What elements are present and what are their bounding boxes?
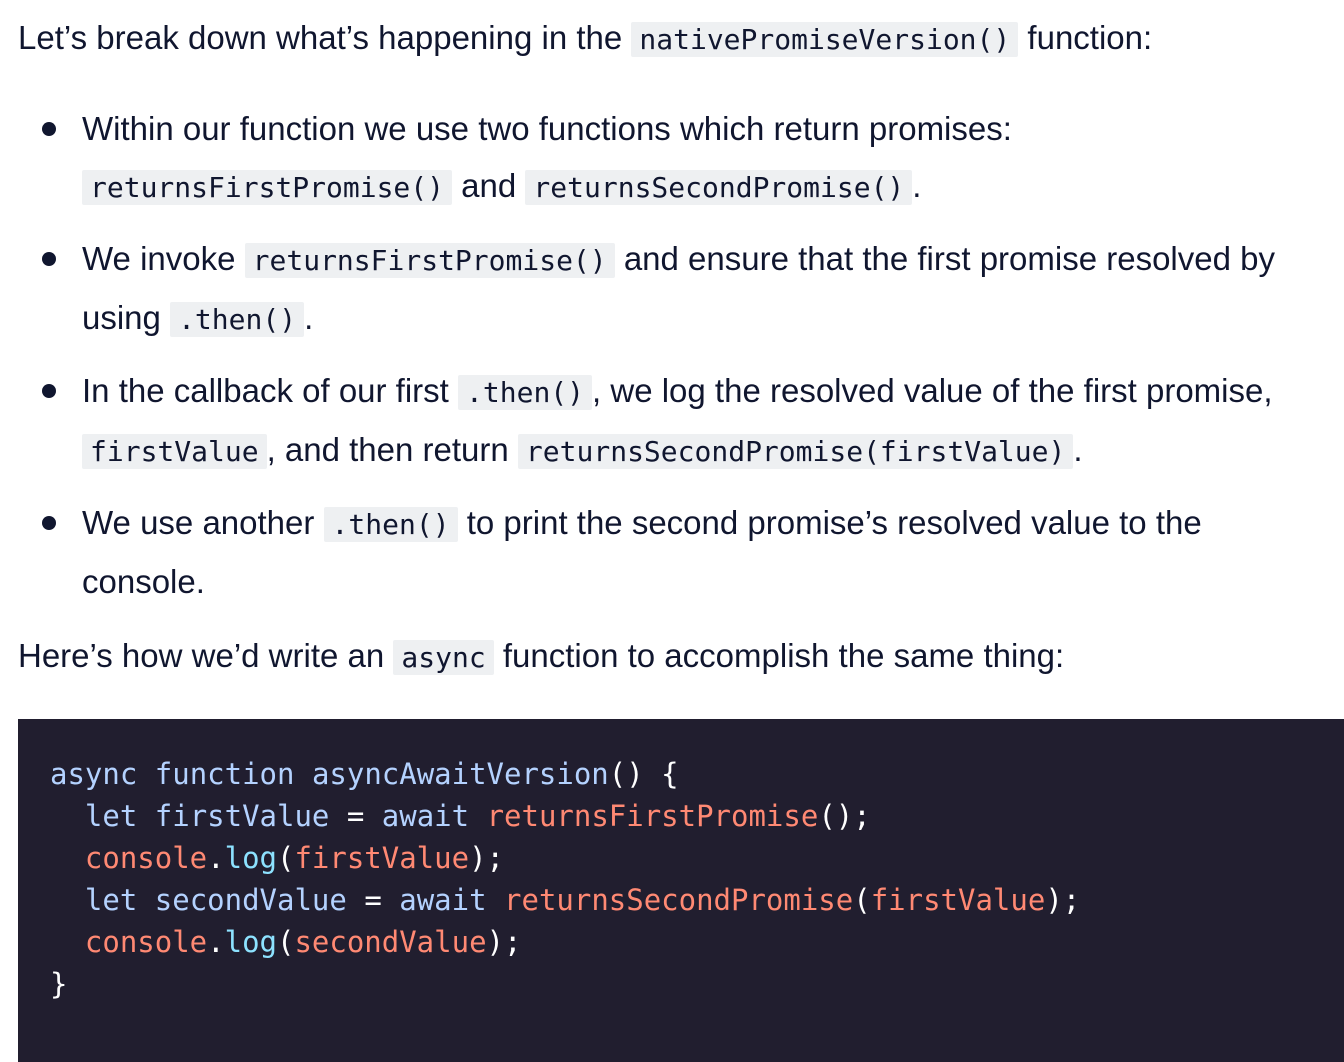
list-item-text: We invoke [82, 240, 245, 277]
code-line: let firstValue = await returnsFirstPromi… [50, 795, 1344, 837]
list-item-text: to print the second promise’s resolved v… [457, 504, 1202, 541]
list-item: We invoke returnsFirstPromise() and ensu… [18, 230, 1275, 348]
code-keyword: await [399, 883, 487, 917]
inline-code: returnsFirstPromise() [244, 243, 615, 278]
list-item-text: and ensure that the first promise resolv… [614, 240, 1275, 277]
code-keyword: let [84, 883, 138, 917]
list-item: In the callback of our first .then(), we… [18, 362, 1275, 480]
code-object: console [84, 841, 208, 875]
bullet-icon [42, 252, 56, 266]
bullet-icon [42, 384, 56, 398]
code-line: } [50, 963, 1344, 1005]
inline-code-async: async [393, 640, 494, 675]
bullet-icon [42, 122, 56, 136]
code-keyword: function [154, 757, 295, 791]
code-line: let secondValue = await returnsSecondPro… [50, 879, 1344, 921]
bullet-icon [42, 516, 56, 530]
code-line: console.log(secondValue); [50, 921, 1344, 963]
code-variable: secondValue [154, 883, 347, 917]
intro-paragraph: Let’s break down what’s happening in the… [18, 18, 1152, 60]
list-item: We use another .then() to print the seco… [18, 494, 1275, 610]
list-item: Within our function we use two functions… [18, 100, 1275, 216]
list-item-text: In the callback of our first [82, 372, 459, 409]
code-method: log [224, 925, 277, 959]
outro-paragraph: Here’s how we’d write an async function … [18, 636, 1064, 678]
code-keyword: async [50, 757, 138, 791]
code-function-name: asyncAwaitVersion [311, 757, 609, 791]
inline-code: .then() [170, 302, 305, 337]
code-line: console.log(firstValue); [50, 837, 1344, 879]
code-argument: secondValue [294, 925, 487, 959]
inline-code: returnsSecondPromise(firstValue) [517, 434, 1074, 469]
inline-code: .then() [458, 375, 593, 410]
code-operator: = [346, 799, 365, 833]
code-line: async function asyncAwaitVersion() { [50, 753, 1344, 795]
code-variable: firstValue [154, 799, 330, 833]
code-method: log [224, 841, 277, 875]
code-punct: ); [486, 925, 522, 959]
code-operator: = [364, 883, 382, 917]
code-punct: () { [608, 757, 679, 791]
list-item-text: and [452, 167, 526, 204]
list-item-text: . [912, 167, 922, 204]
code-argument: firstValue [870, 883, 1046, 917]
inline-code: firstValue [82, 434, 267, 469]
list-item-text: using [82, 299, 171, 336]
outro-text-after: function to accomplish the same thing: [493, 637, 1065, 674]
inline-code: returnsFirstPromise() [82, 170, 453, 205]
code-punct: . [207, 925, 225, 959]
code-object: console [84, 925, 208, 959]
inline-code: returnsSecondPromise() [525, 170, 913, 205]
list-item-text: , and then return [266, 431, 518, 468]
list-item-text: console. [82, 563, 205, 600]
code-call: returnsFirstPromise [486, 799, 819, 833]
code-punct: ( [853, 883, 871, 917]
list-item-text: We use another [82, 504, 324, 541]
code-call: returnsSecondPromise [504, 883, 854, 917]
intro-text-after: function: [1018, 19, 1153, 56]
code-punct: ); [1045, 883, 1081, 917]
code-argument: firstValue [294, 841, 470, 875]
inline-code: .then() [323, 507, 458, 542]
code-punct: ( [277, 925, 295, 959]
inline-code-native-promise-version: nativePromiseVersion() [631, 22, 1019, 57]
explanation-list: Within our function we use two functions… [18, 100, 1275, 624]
list-item-text: . [304, 299, 314, 336]
code-punct: . [207, 841, 225, 875]
code-punct: ( [277, 841, 295, 875]
outro-text-before: Here’s how we’d write an [18, 637, 394, 674]
list-item-text: . [1073, 431, 1083, 468]
list-item-text: , we log the resolved value of the first… [592, 372, 1273, 409]
list-item-text: Within our function we use two functions… [82, 110, 1012, 147]
intro-text-before: Let’s break down what’s happening in the [18, 19, 632, 56]
code-punct: ); [469, 841, 504, 875]
code-keyword: await [381, 799, 470, 833]
code-keyword: let [84, 799, 138, 833]
code-punct: (); [818, 799, 871, 833]
code-punct: } [50, 967, 68, 1001]
code-block: async function asyncAwaitVersion() { let… [18, 719, 1344, 1062]
